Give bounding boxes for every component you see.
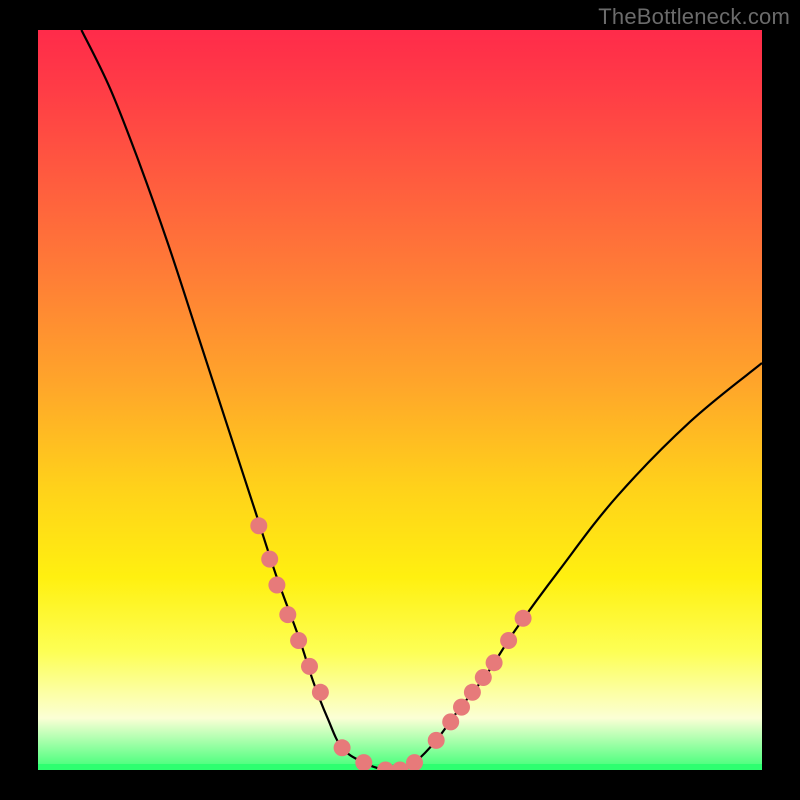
marker-group <box>250 517 531 770</box>
curve-marker <box>334 739 351 756</box>
bottleneck-curve <box>81 30 762 770</box>
curve-marker <box>268 577 285 594</box>
curve-marker <box>442 713 459 730</box>
curve-marker <box>486 654 503 671</box>
curve-marker <box>290 632 307 649</box>
curve-marker <box>428 732 445 749</box>
curve-marker <box>464 684 481 701</box>
curve-marker <box>500 632 517 649</box>
curve-layer <box>38 30 762 770</box>
curve-marker <box>515 610 532 627</box>
watermark-text: TheBottleneck.com <box>598 4 790 30</box>
curve-marker <box>312 684 329 701</box>
curve-marker <box>392 762 409 771</box>
curve-marker <box>453 699 470 716</box>
plot-area <box>38 30 762 770</box>
curve-marker <box>250 517 267 534</box>
curve-marker <box>301 658 318 675</box>
curve-marker <box>261 551 278 568</box>
chart-stage: TheBottleneck.com <box>0 0 800 800</box>
curve-marker <box>355 754 372 770</box>
curve-marker <box>377 762 394 771</box>
curve-marker <box>279 606 296 623</box>
curve-marker <box>475 669 492 686</box>
